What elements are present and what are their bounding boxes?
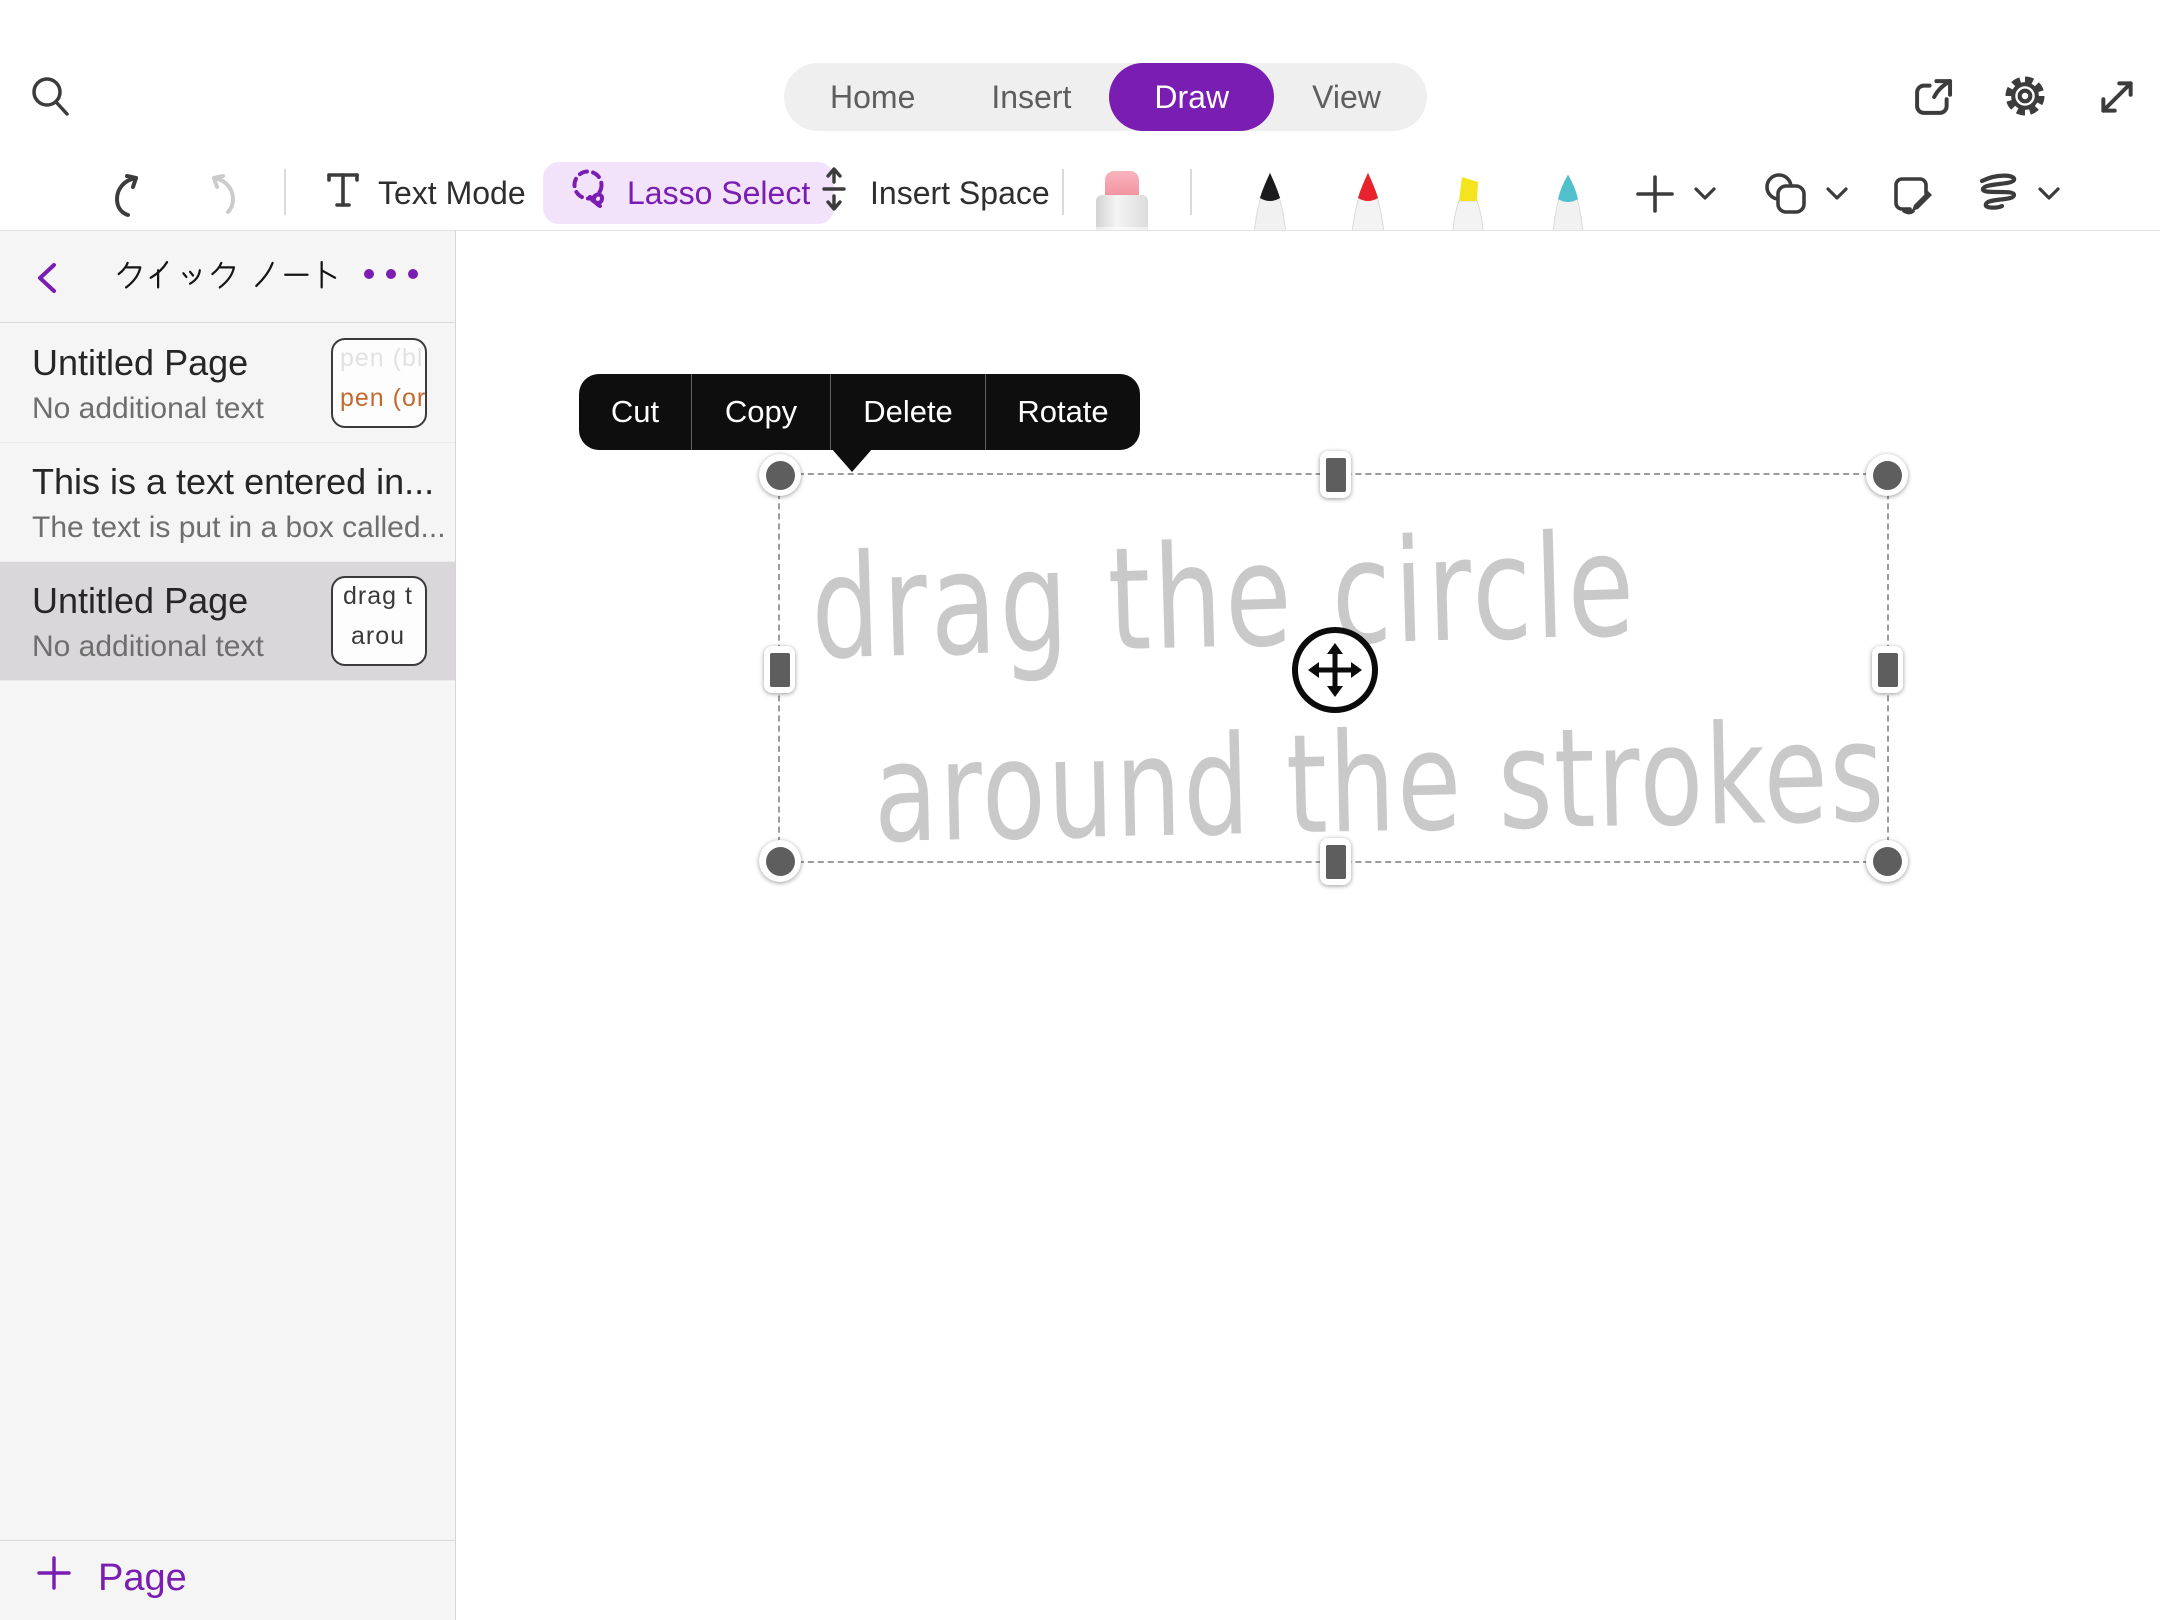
black-pen-tool[interactable] bbox=[1238, 169, 1302, 231]
resize-handle-bottom[interactable] bbox=[1320, 838, 1351, 885]
shapes-chevron-down-icon[interactable] bbox=[1824, 185, 1850, 203]
draw-toolbar: Text Mode Lasso Select Insert Space bbox=[0, 155, 2160, 231]
tab-home[interactable]: Home bbox=[792, 63, 953, 131]
context-delete-button[interactable]: Delete bbox=[830, 374, 985, 450]
resize-handle-right[interactable] bbox=[1872, 646, 1903, 693]
back-chevron-icon[interactable] bbox=[34, 261, 60, 295]
tab-draw[interactable]: Draw bbox=[1109, 63, 1274, 131]
resize-handle-top[interactable] bbox=[1320, 451, 1351, 498]
context-rotate-button[interactable]: Rotate bbox=[985, 374, 1140, 450]
ribbon-tabs: Home Insert Draw View bbox=[784, 63, 1427, 131]
page-list-item-3-selected[interactable]: Untitled Page No additional text drag t … bbox=[0, 562, 455, 681]
ink-to-text-icon[interactable] bbox=[1888, 171, 1938, 219]
lasso-select-button[interactable]: Lasso Select bbox=[543, 162, 834, 224]
text-mode-button[interactable]: Text Mode bbox=[322, 155, 526, 231]
note-canvas[interactable]: drag the circle around the strokes bbox=[457, 231, 2160, 1620]
more-ellipsis-icon[interactable] bbox=[362, 267, 420, 281]
page-title: Untitled Page bbox=[32, 342, 248, 384]
resize-handle-bottom-right[interactable] bbox=[1866, 840, 1908, 882]
resize-handle-top-left[interactable] bbox=[759, 454, 801, 496]
insert-space-icon bbox=[812, 165, 856, 221]
content-area: クイック ノート bbox=[0, 231, 2160, 1620]
share-icon[interactable] bbox=[1908, 72, 1958, 122]
selection-context-menu: Cut Copy Delete Rotate bbox=[579, 374, 1140, 450]
context-cut-button[interactable]: Cut bbox=[579, 374, 691, 450]
text-mode-icon bbox=[322, 167, 364, 219]
resize-handle-left[interactable] bbox=[764, 646, 795, 693]
tab-insert[interactable]: Insert bbox=[953, 63, 1109, 131]
shapes-tool[interactable] bbox=[1763, 171, 1813, 219]
page-subtitle: No additional text bbox=[32, 630, 264, 664]
page-sidebar: クイック ノート bbox=[0, 231, 456, 1620]
pen-set-chevron-down-icon[interactable] bbox=[1692, 185, 1718, 203]
search-icon[interactable] bbox=[28, 72, 74, 122]
eraser-body bbox=[1096, 195, 1148, 231]
page-list: Untitled Page No additional text pen (bl… bbox=[0, 324, 455, 681]
page-title: Untitled Page bbox=[32, 580, 248, 622]
insert-space-button[interactable]: Insert Space bbox=[812, 155, 1050, 231]
teal-pen-tool[interactable] bbox=[1536, 169, 1600, 231]
redo-button[interactable] bbox=[196, 171, 244, 219]
add-page-label: Page bbox=[98, 1557, 187, 1600]
thumb-ink-line: drag t bbox=[343, 582, 413, 611]
page-list-item-1[interactable]: Untitled Page No additional text pen (bl… bbox=[0, 324, 455, 443]
move-selection-icon[interactable] bbox=[1292, 627, 1378, 713]
eraser-tool[interactable] bbox=[1096, 171, 1148, 231]
page-title: This is a text entered in... bbox=[32, 461, 434, 503]
thumb-ink-line: arou bbox=[351, 622, 405, 651]
tab-view[interactable]: View bbox=[1274, 63, 1419, 131]
undo-button[interactable] bbox=[106, 171, 154, 219]
settings-gear-icon[interactable] bbox=[1999, 70, 2051, 122]
sidebar-footer: Page bbox=[0, 1540, 455, 1620]
onenote-app: Home Insert Draw View bbox=[0, 0, 2160, 1620]
toolbar-divider bbox=[1190, 169, 1192, 215]
ink-replay-chevron-down-icon[interactable] bbox=[2036, 185, 2062, 203]
page-subtitle: The text is put in a box called... bbox=[32, 511, 446, 545]
notebook-title-glyphs bbox=[115, 259, 341, 292]
thumb-ink-line: pen (bl bbox=[340, 344, 423, 373]
resize-handle-top-right[interactable] bbox=[1866, 454, 1908, 496]
thumb-ink-line: pen (ora bbox=[340, 384, 427, 413]
add-page-button[interactable]: Page bbox=[36, 1555, 187, 1601]
resize-handle-bottom-left[interactable] bbox=[759, 840, 801, 882]
notebook-title: クイック ノート bbox=[115, 259, 341, 297]
page-thumbnail: drag t arou bbox=[331, 576, 427, 666]
context-copy-button[interactable]: Copy bbox=[691, 374, 830, 450]
page-thumbnail: pen (bl pen (ora bbox=[331, 338, 427, 428]
lasso-selection-box[interactable] bbox=[778, 473, 1889, 863]
lasso-icon bbox=[567, 166, 613, 220]
yellow-highlighter-tool[interactable] bbox=[1436, 169, 1500, 231]
context-menu-pointer bbox=[831, 448, 873, 472]
fullscreen-icon[interactable] bbox=[2092, 72, 2142, 122]
toolbar-divider bbox=[1062, 169, 1064, 215]
sidebar-header: クイック ノート bbox=[0, 231, 455, 323]
add-pen-button[interactable] bbox=[1634, 173, 1676, 215]
toolbar-divider bbox=[284, 169, 286, 215]
plus-icon bbox=[36, 1555, 72, 1601]
ink-replay-icon[interactable] bbox=[1972, 171, 2024, 221]
text-mode-label: Text Mode bbox=[378, 175, 526, 212]
page-subtitle: No additional text bbox=[32, 392, 264, 426]
title-bar: Home Insert Draw View bbox=[0, 0, 2160, 155]
red-pen-tool[interactable] bbox=[1336, 169, 1400, 231]
insert-space-label: Insert Space bbox=[870, 175, 1050, 212]
lasso-label: Lasso Select bbox=[627, 175, 810, 212]
page-list-item-2[interactable]: This is a text entered in... The text is… bbox=[0, 443, 455, 562]
